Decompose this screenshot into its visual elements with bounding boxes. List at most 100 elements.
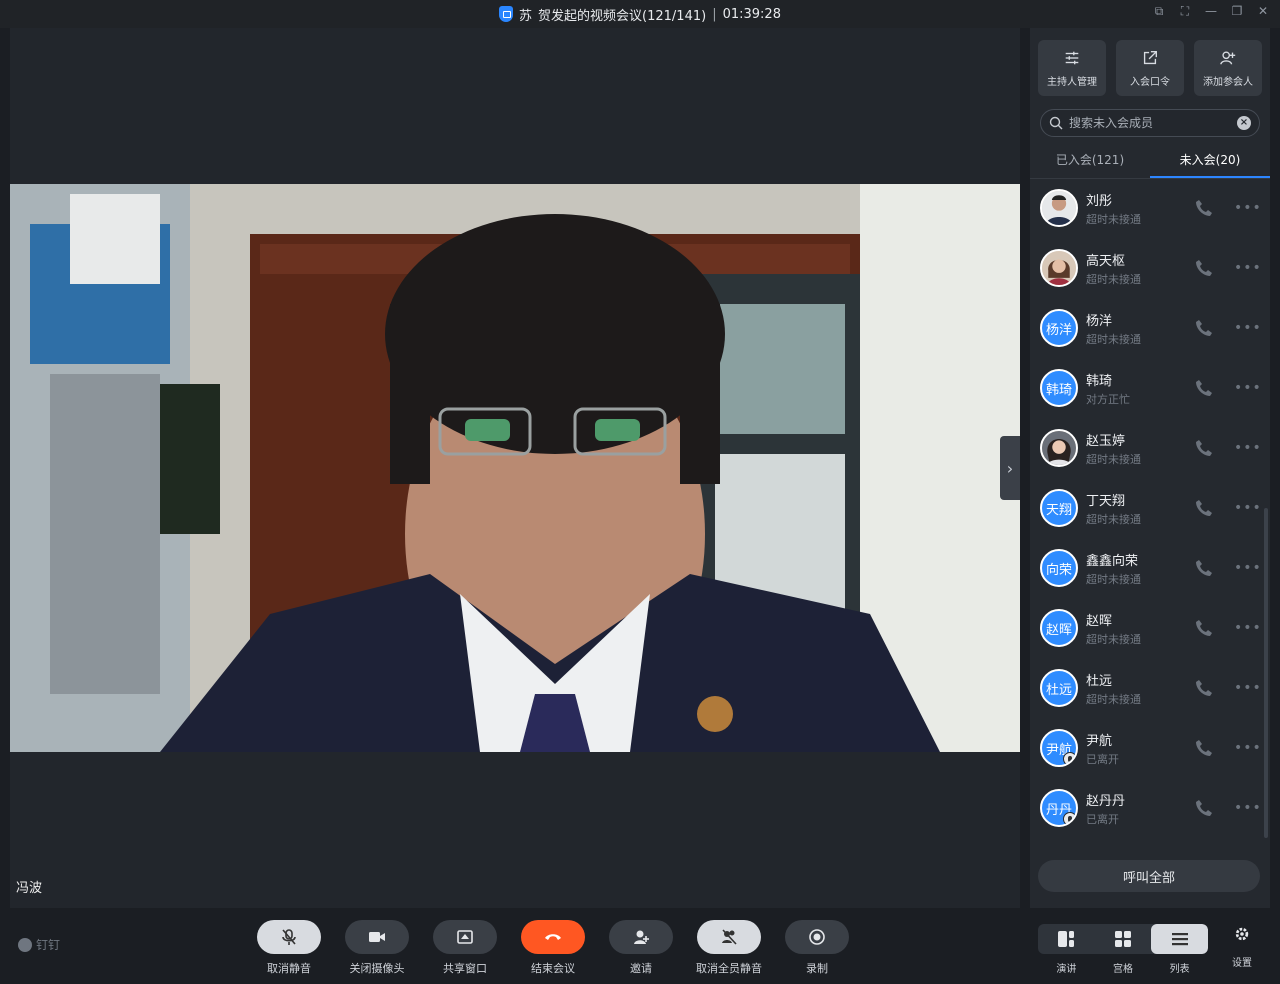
phone-icon[interactable] [1194, 558, 1214, 578]
unmute-button[interactable]: 取消静音 [257, 920, 321, 976]
list-item[interactable]: 尹航 尹航 已离开 ••• [1030, 718, 1270, 778]
settings-button[interactable]: 设置 [1228, 926, 1256, 969]
list-item[interactable]: 杜远 杜远 超时未接通 ••• [1030, 658, 1270, 718]
more-icon[interactable]: ••• [1234, 680, 1262, 696]
camera-icon [369, 932, 385, 942]
record-pill[interactable] [785, 920, 849, 954]
member-list-scrollbar[interactable] [1264, 508, 1268, 838]
panel-toggle-chevron-icon[interactable]: › [1000, 436, 1020, 500]
more-icon[interactable]: ••• [1234, 260, 1262, 276]
layout-grid-button[interactable] [1095, 924, 1152, 954]
more-icon[interactable]: ••• [1234, 440, 1262, 456]
share-window-button[interactable]: 共享窗口 [433, 920, 497, 976]
record-button[interactable]: 录制 [785, 920, 849, 976]
list-item[interactable]: 赵晖 赵晖 超时未接通 ••• [1030, 598, 1270, 658]
phone-icon[interactable] [1194, 198, 1214, 218]
member-status: 已离开 [1086, 812, 1119, 826]
camera-off-pill[interactable] [345, 920, 409, 954]
share-window-label: 共享窗口 [443, 962, 487, 975]
member-status: 超时未接通 [1086, 452, 1141, 466]
title-separator: | [712, 6, 717, 22]
speaker-layout-icon [1058, 931, 1075, 947]
minimize-icon[interactable]: — [1204, 4, 1218, 18]
host-management-label: 主持人管理 [1047, 76, 1097, 88]
avatar-initials: 向荣 [1045, 562, 1072, 578]
more-icon[interactable]: ••• [1234, 320, 1262, 336]
window-controls: ⧉ ⛶ — ❐ ✕ [1152, 4, 1270, 18]
brand-logo: 钉钉 [18, 936, 60, 953]
call-all-button[interactable]: 呼叫全部 [1038, 860, 1260, 892]
phone-icon[interactable] [1194, 798, 1214, 818]
title-prefix: 苏 [519, 8, 533, 24]
more-icon[interactable]: ••• [1234, 620, 1262, 636]
member-status: 已离开 [1086, 752, 1119, 766]
mic-muted-icon [282, 929, 296, 945]
member-name: 丁天翔 [1086, 493, 1126, 509]
phone-icon[interactable] [1194, 438, 1214, 458]
more-icon[interactable]: ••• [1234, 560, 1262, 576]
meeting-timer: 01:39:28 [722, 6, 781, 22]
list-item[interactable]: 杨洋 杨洋 超时未接通 ••• [1030, 298, 1270, 358]
end-meeting-button[interactable]: 结束会议 [521, 920, 585, 976]
list-item[interactable]: 高天枢 超时未接通 ••• [1030, 238, 1270, 298]
avatar: 韩琦 [1040, 369, 1078, 407]
tab-not-joined[interactable]: 未入会(20) [1150, 143, 1270, 178]
list-item[interactable]: 丹丹 赵丹丹 已离开 ••• [1030, 778, 1270, 838]
phone-icon[interactable] [1194, 678, 1214, 698]
list-item[interactable]: 韩琦 韩琦 对方正忙 ••• [1030, 358, 1270, 418]
camera-off-button[interactable]: 关闭摄像头 [345, 920, 409, 976]
share-window-pill[interactable] [433, 920, 497, 954]
phone-icon[interactable] [1194, 318, 1214, 338]
invite-pill[interactable] [609, 920, 673, 954]
phone-icon[interactable] [1194, 258, 1214, 278]
add-participant-button[interactable]: 添加参会人 [1194, 40, 1262, 96]
unmute-all-pill[interactable] [697, 920, 761, 954]
unmute-all-button[interactable]: 取消全员静音 [696, 920, 762, 976]
layout-labels: 演讲 宫格 列表 [1038, 960, 1208, 975]
end-meeting-pill[interactable] [521, 920, 585, 954]
list-item[interactable]: 向荣 鑫鑫向荣 超时未接通 ••• [1030, 538, 1270, 598]
avatar-photo [1042, 431, 1076, 465]
record-icon [809, 929, 825, 945]
list-item[interactable]: 赵玉婷 超时未接通 ••• [1030, 418, 1270, 478]
member-name: 杨洋 [1086, 313, 1113, 329]
more-icon[interactable]: ••• [1234, 380, 1262, 396]
more-icon[interactable]: ••• [1234, 200, 1262, 216]
popout-icon[interactable]: ⧉ [1152, 4, 1166, 18]
avatar-initials: 天翔 [1045, 502, 1072, 518]
list-item[interactable]: 天翔 丁天翔超时未接通 ••• [1030, 478, 1270, 538]
unmute-label: 取消静音 [267, 962, 311, 975]
member-search[interactable]: × [1040, 109, 1260, 137]
phone-icon[interactable] [1194, 738, 1214, 758]
avatar-photo [1042, 191, 1076, 225]
hangup-icon [545, 934, 561, 940]
phone-icon[interactable] [1194, 618, 1214, 638]
phone-icon[interactable] [1194, 498, 1214, 518]
host-management-button[interactable]: 主持人管理 [1038, 40, 1106, 96]
restore-icon[interactable]: ❐ [1230, 4, 1244, 18]
member-status: 超时未接通 [1086, 512, 1141, 526]
tab-joined[interactable]: 已入会(121) [1030, 143, 1150, 178]
more-icon[interactable]: ••• [1234, 740, 1262, 756]
more-icon[interactable]: ••• [1234, 500, 1262, 516]
unmute-all-label: 取消全员静音 [696, 962, 762, 975]
more-icon[interactable]: ••• [1234, 800, 1262, 816]
unmute-pill[interactable] [257, 920, 321, 954]
dingtalk-logo-icon [18, 937, 32, 952]
layout-speaker-button[interactable] [1038, 924, 1095, 954]
search-input[interactable] [1069, 116, 1231, 130]
invite-button[interactable]: 邀请 [609, 920, 673, 976]
phone-icon[interactable] [1194, 378, 1214, 398]
settings-label: 设置 [1232, 958, 1252, 969]
layout-list-label: 列表 [1169, 964, 1190, 975]
avatar: 丹丹 [1040, 789, 1078, 827]
meeting-name: 贺发起的视频会议(121/141) [538, 8, 707, 24]
close-icon[interactable]: ✕ [1256, 4, 1270, 18]
invite-label: 邀请 [630, 962, 652, 975]
speaker-video[interactable] [10, 184, 1020, 752]
clear-search-icon[interactable]: × [1237, 116, 1251, 130]
layout-list-button[interactable] [1151, 924, 1208, 954]
meeting-passcode-button[interactable]: 入会口令 [1116, 40, 1184, 96]
fullscreen-icon[interactable]: ⛶ [1178, 4, 1192, 18]
list-item[interactable]: 刘彤 超时未接通 ••• [1030, 178, 1270, 238]
